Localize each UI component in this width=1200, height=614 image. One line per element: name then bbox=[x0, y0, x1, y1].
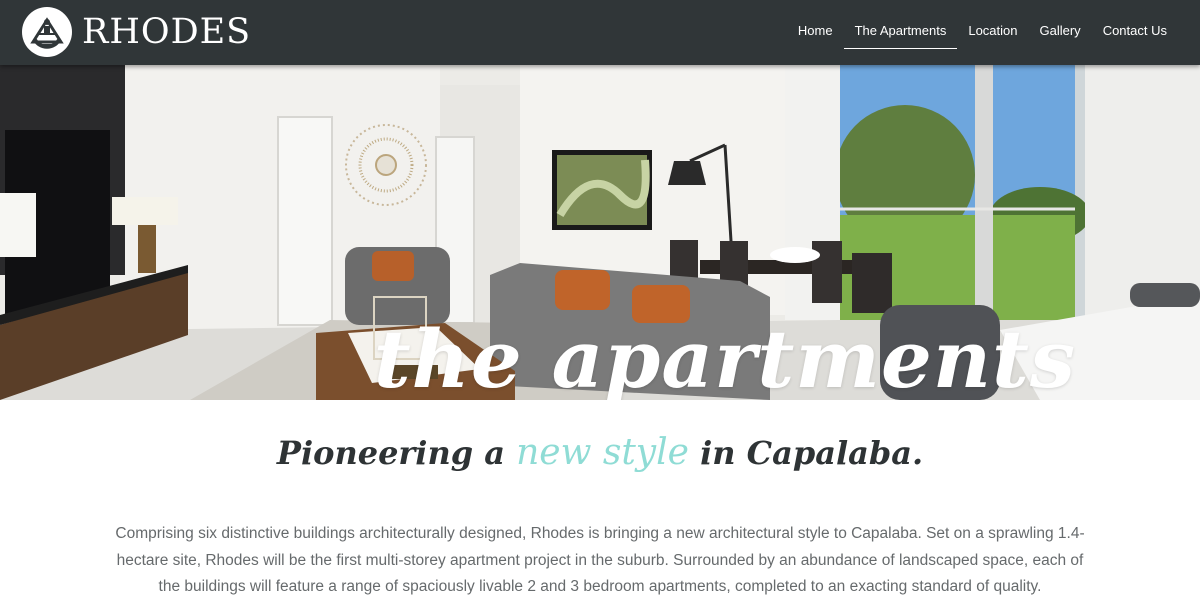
hero-banner: the apartments bbox=[0, 65, 1200, 400]
sextant-emblem-icon bbox=[22, 7, 72, 57]
nav-item-location[interactable]: Location bbox=[957, 14, 1028, 49]
page-headline: Pioneering a new style in Capalaba. bbox=[0, 432, 1200, 473]
main-nav: Home The Apartments Location Gallery Con… bbox=[787, 14, 1178, 49]
headline-text-after: in Capalaba. bbox=[700, 434, 924, 472]
intro-paragraph: Comprising six distinctive buildings arc… bbox=[115, 525, 1085, 595]
site-header: RHODES Home The Apartments Location Gall… bbox=[0, 0, 1200, 65]
logo[interactable]: RHODES bbox=[22, 7, 251, 57]
headline-text-before: Pioneering a bbox=[276, 434, 505, 472]
headline-accent: new style bbox=[516, 432, 689, 473]
nav-item-home[interactable]: Home bbox=[787, 14, 844, 49]
logo-text: RHODES bbox=[82, 12, 252, 52]
nav-item-the-apartments[interactable]: The Apartments bbox=[843, 14, 958, 49]
hero-title: the apartments bbox=[373, 312, 1076, 400]
nav-item-contact-us[interactable]: Contact Us bbox=[1092, 14, 1178, 49]
nav-item-gallery[interactable]: Gallery bbox=[1029, 14, 1092, 49]
